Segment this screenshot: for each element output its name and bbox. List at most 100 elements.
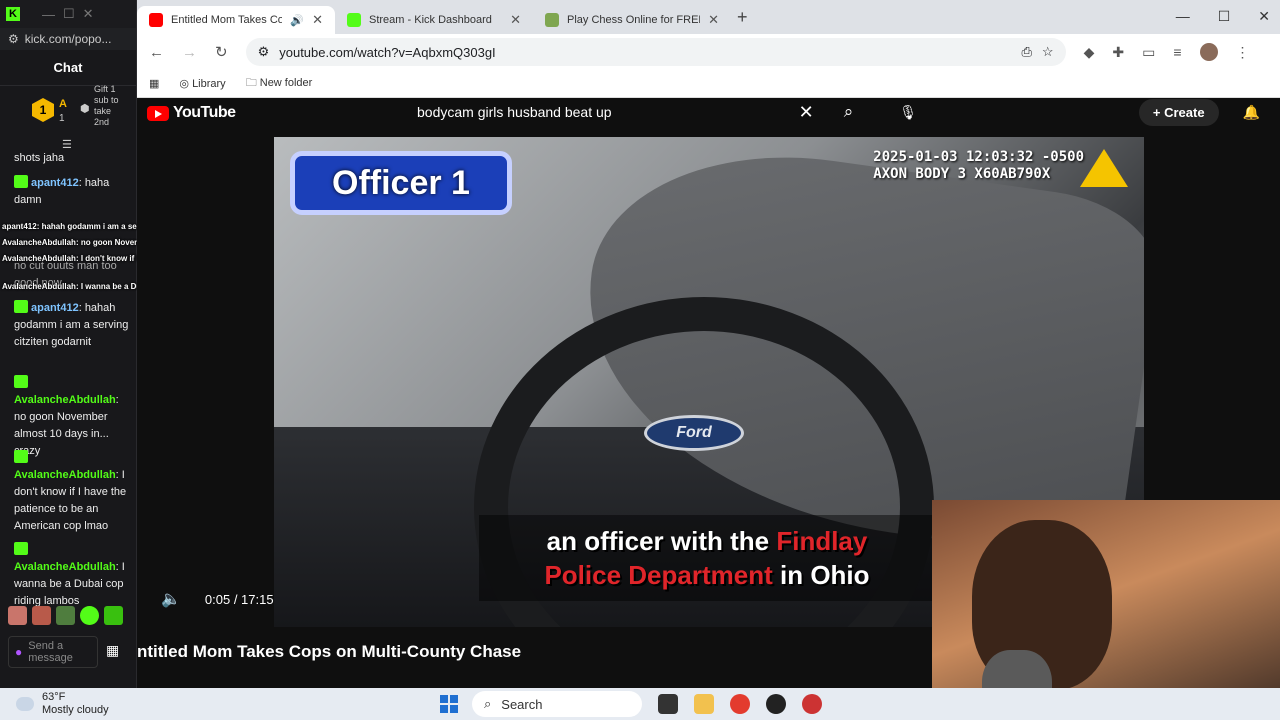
temperature: 63°F xyxy=(42,691,66,703)
menu-icon[interactable]: ⋮ xyxy=(1236,44,1250,61)
emote-icon[interactable] xyxy=(32,606,51,625)
kick-titlebar: K — ☐ ✕ xyxy=(0,0,136,28)
search-icon[interactable]: ⌕ xyxy=(844,102,854,122)
bookmark-star-icon[interactable]: ☆ xyxy=(1042,44,1054,60)
url-text: youtube.com/watch?v=AqbxmQ303gI xyxy=(279,44,496,60)
close-icon[interactable]: ✕ xyxy=(83,6,94,22)
start-windows-icon[interactable] xyxy=(440,695,458,713)
profile-avatar[interactable] xyxy=(1199,43,1218,61)
kick-chat-window: K — ☐ ✕ ⚙ kick.com/popo... Chat 1 A 1 ⬢ … xyxy=(0,0,137,688)
kick-url-bar[interactable]: ⚙ kick.com/popo... xyxy=(0,28,136,50)
chess-favicon-icon xyxy=(545,13,559,27)
kick-url-text: kick.com/popo... xyxy=(24,32,112,46)
tab-chess[interactable]: Play Chess Online for FREE - 2 P ✕ xyxy=(533,6,731,34)
emote-icon[interactable] xyxy=(56,606,75,625)
youtube-play-icon xyxy=(147,105,169,121)
chat-header: Chat xyxy=(0,50,136,86)
window-controls: — ☐ ✕ xyxy=(1176,8,1270,25)
chat-message: AvalancheAbdullah: I don't know if I hav… xyxy=(14,450,132,535)
site-info-icon[interactable]: ⚙ xyxy=(258,44,270,60)
youtube-logo[interactable]: YouTube xyxy=(147,104,236,122)
tab-close-icon[interactable]: ✕ xyxy=(708,12,719,28)
emote-icon[interactable] xyxy=(104,606,123,625)
time-display: 0:05 / 17:15 xyxy=(204,591,274,607)
store-icon[interactable]: ▦ xyxy=(106,642,119,659)
axon-logo-icon xyxy=(1080,149,1128,187)
youtube-favicon-icon xyxy=(149,13,163,27)
chat-input[interactable]: ● Send a message xyxy=(8,636,98,668)
video-title: ntitled Mom Takes Cops on Multi-County C… xyxy=(137,642,522,661)
send-placeholder: Send a message xyxy=(28,640,73,664)
back-icon[interactable]: ← xyxy=(149,44,164,61)
user-badge-icon xyxy=(14,375,28,388)
chat-username[interactable]: AvalancheAbdullah xyxy=(14,394,116,406)
emote-bar[interactable] xyxy=(8,606,123,625)
audio-playing-icon[interactable]: 🔊 xyxy=(290,14,304,27)
chat-message: AvalancheAbdullah: I wanna be a Dubai co… xyxy=(14,542,132,610)
file-explorer-icon[interactable] xyxy=(694,694,714,714)
close-icon[interactable]: ✕ xyxy=(1258,8,1270,25)
extensions-puzzle-icon[interactable]: ✚ xyxy=(1112,44,1124,61)
emote-icon[interactable] xyxy=(80,606,99,625)
search-input[interactable]: bodycam girls husband beat up xyxy=(417,104,799,120)
media-control-icon[interactable]: ≡ xyxy=(1173,44,1181,60)
tab-youtube[interactable]: Entitled Mom Takes Cops o 🔊 ✕ xyxy=(137,6,335,34)
browser-tab-bar: Entitled Mom Takes Cops o 🔊 ✕ Stream - K… xyxy=(137,0,1280,34)
minimize-icon[interactable]: — xyxy=(1176,8,1190,25)
tab-title: Stream - Kick Dashboard xyxy=(369,14,492,26)
minimize-icon[interactable]: — xyxy=(42,7,55,22)
sub-badge-icon: 1 xyxy=(32,98,54,122)
weather-widget[interactable]: 63°F Mostly cloudy xyxy=(0,691,440,717)
kick-logo-icon: K xyxy=(6,7,20,21)
chat-username[interactable]: apant412 xyxy=(31,177,79,189)
obs-icon[interactable] xyxy=(766,694,786,714)
youtube-masthead: YouTube bodycam girls husband beat up ✕ … xyxy=(137,98,1280,128)
tab-close-icon[interactable]: ✕ xyxy=(510,12,521,28)
install-icon[interactable]: ⎙ xyxy=(1022,44,1032,60)
sub-gift-banner[interactable]: 1 A 1 ⬢ Gift 1 sub to take 2nd xyxy=(28,84,136,140)
search-icon: ⌕ xyxy=(484,696,492,711)
notifications-bell-icon[interactable]: 🔔 xyxy=(1243,104,1260,121)
task-view-icon[interactable] xyxy=(658,694,678,714)
tab-title: Entitled Mom Takes Cops o xyxy=(171,14,283,26)
chat-username[interactable]: AvalancheAbdullah xyxy=(14,469,116,481)
chat-username[interactable]: apant412 xyxy=(31,302,79,314)
user-badge-icon xyxy=(14,542,28,555)
chat-message: shots jaha xyxy=(14,152,65,164)
chat-message: apant412: hahah godamm i am a serving ci… xyxy=(14,300,129,348)
user-badge-icon xyxy=(14,450,28,463)
maximize-icon[interactable]: ☐ xyxy=(63,6,75,22)
tab-close-icon[interactable]: ✕ xyxy=(312,12,323,28)
reload-icon[interactable]: ↻ xyxy=(215,43,228,61)
sub-badge-count: 1 xyxy=(59,113,65,124)
extension-icon[interactable]: ◆ xyxy=(1084,44,1095,61)
site-settings-icon[interactable]: ⚙ xyxy=(8,32,19,46)
weather-condition: Mostly cloudy xyxy=(42,704,109,716)
voice-search-icon[interactable]: 🎙 xyxy=(899,104,917,121)
new-tab-button[interactable]: + xyxy=(737,7,748,28)
emote-icon[interactable] xyxy=(8,606,27,625)
cloud-icon xyxy=(16,697,34,711)
address-bar[interactable]: ⚙ youtube.com/watch?v=AqbxmQ303gI ⎙ ☆ xyxy=(245,38,1066,66)
volume-icon[interactable]: 🔈 xyxy=(161,589,181,609)
taskbar-search[interactable]: ⌕ Search xyxy=(472,691,642,717)
tab-title: Play Chess Online for FREE - 2 P xyxy=(567,14,700,26)
cast-icon[interactable]: ▭ xyxy=(1142,44,1155,61)
chat-message: apant412: haha damn xyxy=(14,175,110,206)
chrome-icon[interactable] xyxy=(730,694,750,714)
search-box[interactable]: bodycam girls husband beat up ✕ ⌕ 🎙 xyxy=(417,98,917,126)
chat-username[interactable]: AvalancheAbdullah xyxy=(14,561,116,573)
bookmark-library[interactable]: ◎ Library xyxy=(179,77,225,90)
bookmarks-bar: ▦ ◎ Library 🗀 New folder xyxy=(137,70,1280,98)
forward-icon[interactable]: → xyxy=(182,44,197,61)
apps-grid-icon[interactable]: ▦ xyxy=(149,77,159,90)
bookmark-new-folder[interactable]: 🗀 New folder xyxy=(246,74,313,93)
mic-icon[interactable]: ● xyxy=(15,645,22,659)
app-icon[interactable] xyxy=(802,694,822,714)
gift-text: Gift 1 sub to take 2nd xyxy=(94,84,119,127)
create-button[interactable]: + Create xyxy=(1138,98,1219,126)
maximize-icon[interactable]: ☐ xyxy=(1218,8,1231,25)
tab-kick-dashboard[interactable]: Stream - Kick Dashboard ✕ xyxy=(335,6,533,34)
clear-search-icon[interactable]: ✕ xyxy=(799,102,814,123)
browser-toolbar: ← → ↻ ⚙ youtube.com/watch?v=AqbxmQ303gI … xyxy=(137,34,1280,70)
